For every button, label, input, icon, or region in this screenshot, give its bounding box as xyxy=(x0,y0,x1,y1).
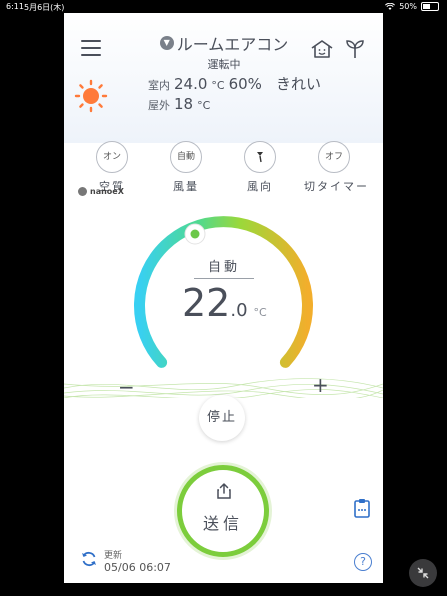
operation-status: 運転中 xyxy=(207,58,241,71)
off-timer-control[interactable]: オフ 切タイマー xyxy=(304,141,369,194)
outdoor-label: 屋外 xyxy=(148,99,170,112)
fan-direction-button[interactable] xyxy=(244,141,276,173)
update-label: 更新 xyxy=(104,551,123,561)
outdoor-unit: °C xyxy=(197,99,211,112)
help-button[interactable]: ? xyxy=(354,553,372,571)
home-icon[interactable] xyxy=(310,39,334,59)
fan-direction-control[interactable]: 風向 xyxy=(230,141,290,194)
temperature-up-button[interactable]: + xyxy=(312,373,329,397)
stop-button[interactable]: 停止 xyxy=(199,395,245,441)
update-time: 05/06 06:07 xyxy=(104,561,171,574)
status-time: 6:11 xyxy=(6,2,24,11)
outdoor-temp: 18 xyxy=(174,95,194,113)
humidity: 60% xyxy=(228,75,262,93)
indoor-label: 室内 xyxy=(148,79,170,92)
clipboard-icon[interactable] xyxy=(353,498,371,518)
fan-direction-icon xyxy=(257,151,263,162)
device-selector[interactable]: ▼ ルームエアコン 運転中 xyxy=(144,31,304,72)
off-timer-button[interactable]: オフ xyxy=(318,141,350,173)
device-title: ルームエアコン xyxy=(176,35,289,54)
fan-speed-control[interactable]: 自動 風量 xyxy=(156,141,216,194)
status-bar: 6:11 5月6日(木) 50% xyxy=(0,0,447,14)
temperature-main: 22 xyxy=(182,281,231,325)
upload-icon xyxy=(217,483,231,499)
fan-speed-button[interactable]: 自動 xyxy=(170,141,202,173)
wifi-icon xyxy=(385,2,396,10)
floating-shrink-button[interactable] xyxy=(409,559,437,587)
fan-direction-label: 風向 xyxy=(247,180,273,193)
shrink-icon xyxy=(417,567,429,579)
set-temperature: 22.0 °C xyxy=(182,281,267,325)
nanoe-mark xyxy=(78,187,87,196)
send-button[interactable]: 送信 xyxy=(177,465,269,557)
indoor-temp: 24.0 xyxy=(174,75,208,93)
battery-icon xyxy=(421,2,439,11)
temperature-unit: °C xyxy=(253,306,267,319)
temperature-down-button[interactable]: − xyxy=(118,375,135,399)
operation-mode: 自動 xyxy=(194,256,254,279)
status-right: 50% xyxy=(385,2,439,11)
air-quality: きれい xyxy=(275,75,321,93)
air-quality-button[interactable]: オン xyxy=(96,141,128,173)
chevron-down-icon: ▼ xyxy=(159,36,174,50)
status-date: 5月6日(木) xyxy=(24,3,65,12)
indoor-info: 室内 24.0 °C 60% きれい xyxy=(148,73,321,94)
fan-speed-label: 風量 xyxy=(173,180,199,193)
sprout-icon[interactable] xyxy=(344,37,366,59)
send-label: 送信 xyxy=(202,514,243,533)
refresh-icon[interactable] xyxy=(80,550,98,568)
dial-knob[interactable] xyxy=(184,223,206,245)
indoor-unit: °C xyxy=(211,79,225,92)
nanoe-text: nanoeX xyxy=(90,187,124,196)
sun-icon xyxy=(74,79,108,113)
battery-percent: 50% xyxy=(399,2,417,11)
app-panel: ▼ ルームエアコン 運転中 室内 24.0 °C 60% きれい 屋外 18 °C … xyxy=(64,13,383,583)
hamburger-icon[interactable] xyxy=(81,40,101,58)
temperature-fraction: .0 xyxy=(230,300,248,321)
off-timer-label: 切タイマー xyxy=(304,180,369,193)
outdoor-info: 屋外 18 °C xyxy=(148,95,210,113)
nanoe-logo: nanoeX xyxy=(78,187,124,196)
